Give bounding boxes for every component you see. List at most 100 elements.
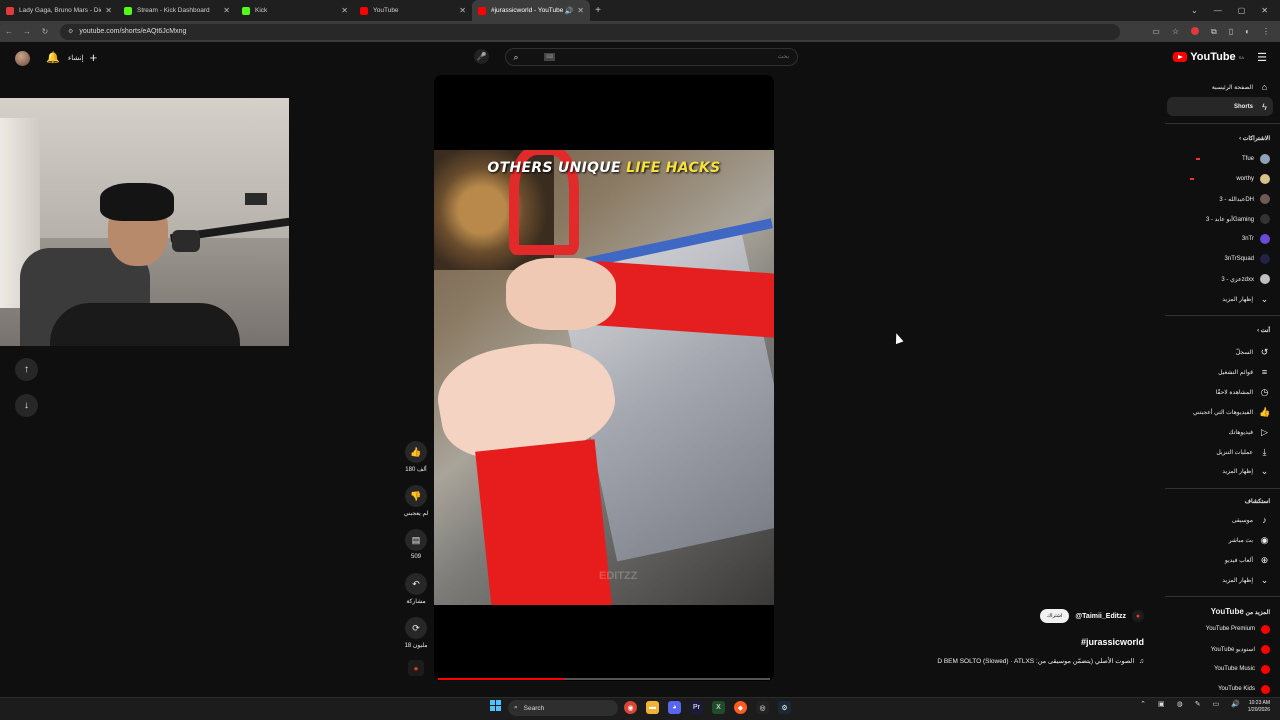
history-icon: ↺ — [1260, 346, 1269, 357]
sidebar-divider — [1165, 488, 1280, 489]
sidebar-item-explore-2[interactable]: ألعاب فيديو ⊕ — [1225, 551, 1270, 569]
sidebar-item-more-1[interactable]: YouTube استوديو — [1211, 640, 1270, 658]
subscribe-button[interactable]: اشتراك — [1039, 609, 1070, 623]
sidebar-item-explore-1[interactable]: بث مباشر ◉ — [1229, 531, 1270, 549]
tab-close-icon[interactable]: ✕ — [459, 6, 466, 15]
voice-search-mic-icon[interactable]: 🎤 — [474, 49, 489, 64]
next-short-button[interactable]: ↓ — [15, 394, 38, 417]
sidebar-item-sub-3[interactable]: أبو عابد - 3Gaming — [1206, 210, 1270, 228]
sidebar-item-sub-2[interactable]: عبدالله - 3DH — [1219, 190, 1270, 208]
create-button[interactable]: إنشاء + — [68, 50, 97, 65]
discord-icon[interactable]: ◕ — [668, 701, 681, 714]
short-video-frame[interactable]: OTHERS UNIQUE LIFE HACKS EDITZZ — [434, 150, 774, 605]
tab-4-active[interactable]: #jurassicworld - YouTube 🔊 ✕ — [472, 0, 590, 21]
sidebar-item-home[interactable]: الصفحة الرئيسية ⌂ — [1212, 78, 1270, 96]
sidebar-item-you-2[interactable]: المشاهدة لاحقًا ◷ — [1216, 383, 1270, 401]
sidebar-item-sub-6[interactable]: عزي - 3zdxx — [1221, 270, 1270, 288]
tray-chevron-icon[interactable]: ⌃ — [1140, 700, 1146, 708]
windows-start-icon[interactable] — [490, 700, 501, 711]
sound-channel-avatar[interactable]: ● — [408, 660, 424, 676]
sidebar-show-more-subs[interactable]: إظهار المزيد ⌄ — [1222, 290, 1270, 308]
video-progress-bar[interactable] — [438, 678, 770, 680]
youtube-logo[interactable]: YouTube SA — [1173, 51, 1244, 63]
sidebar-item-sub-5[interactable]: 3nTrSquad — [1225, 250, 1270, 268]
cast-icon[interactable]: ▭ — [1152, 27, 1160, 37]
search-input[interactable] — [555, 54, 797, 60]
chrome-icon[interactable]: ◉ — [624, 701, 637, 714]
tray-network-icon[interactable]: ▭ — [1213, 700, 1220, 708]
tab-2[interactable]: Kick ✕ — [236, 0, 354, 21]
tray-volume-icon[interactable]: 🔊 — [1231, 700, 1240, 708]
premiere-icon[interactable]: Pr — [690, 701, 703, 714]
notifications-bell-icon[interactable]: 🔔 — [46, 51, 60, 64]
tab-close-icon[interactable]: ✕ — [341, 6, 348, 15]
sidebar-item-sub-1[interactable]: worthy — [1190, 170, 1270, 188]
subscriptions-header[interactable]: ‹ الاشتراكات — [1239, 135, 1270, 142]
sidebar-item-you-4[interactable]: فيديوهاتك ▷ — [1229, 423, 1270, 441]
comments-button[interactable]: ▤ 509 — [403, 529, 429, 560]
back-icon[interactable]: ← — [0, 27, 18, 36]
like-button[interactable]: 👍 180 ألف — [403, 441, 429, 473]
profile-icon[interactable]: ◐ — [1245, 27, 1250, 37]
steam-icon[interactable]: ⚙ — [778, 701, 791, 714]
account-avatar[interactable] — [15, 51, 30, 66]
sidebar-item-you-5[interactable]: عمليات التنزيل ⤓ — [1216, 443, 1270, 461]
tray-app2-icon[interactable]: ◍ — [1177, 700, 1183, 708]
video-hashtag[interactable]: #jurassicworld — [1081, 637, 1144, 647]
obs-icon[interactable]: ◎ — [756, 701, 769, 714]
tab-3[interactable]: YouTube ✕ — [354, 0, 472, 21]
sidebar-item-more-2[interactable]: YouTube Music — [1214, 660, 1270, 678]
sidebar-item-more-3[interactable]: YouTube Kids — [1218, 680, 1270, 698]
menu-kebab-icon[interactable]: ⋮ — [1262, 27, 1270, 37]
audio-row[interactable]: D BEM SOLTO (Slowed) · ATLXS :الصوت الأص… — [937, 657, 1144, 666]
sidebar-item-you-0[interactable]: السجلّ ↺ — [1236, 343, 1270, 361]
sidebar-item-shorts[interactable]: Shorts ϟ — [1234, 98, 1270, 116]
tab-0[interactable]: Lady Gaga, Bruno Mars - Die W ✕ — [0, 0, 118, 21]
speaker-icon[interactable]: 🔊 — [565, 7, 574, 15]
tab-1[interactable]: Stream - Kick Dashboard ✕ — [118, 0, 236, 21]
brave-icon[interactable]: ◆ — [734, 701, 747, 714]
previous-short-button[interactable]: ↑ — [15, 358, 38, 381]
channel-avatar[interactable]: ● — [1132, 610, 1144, 622]
menu-hamburger-icon[interactable]: ☰ — [1257, 51, 1267, 64]
extension-icon[interactable] — [1191, 26, 1200, 35]
channel-handle[interactable]: @Taimii_Editzz — [1075, 613, 1126, 620]
remix-button[interactable]: ⟳ 18 مليون — [403, 617, 429, 649]
file-explorer-icon[interactable]: ▬ — [646, 701, 659, 714]
excel-icon[interactable]: X — [712, 701, 725, 714]
sidebar-item-more-0[interactable]: YouTube Premium — [1206, 620, 1270, 638]
tab-search-icon[interactable]: ⌄ — [1191, 6, 1198, 15]
url-field[interactable]: ⚙ youtube.com/shorts/eAQt6JcMxng — [60, 23, 1120, 40]
close-window-button[interactable]: ✕ — [1261, 6, 1268, 15]
bookmark-star-icon[interactable]: ☆ — [1172, 27, 1179, 37]
tray-app-icon[interactable]: ▣ — [1158, 700, 1165, 708]
keyboard-icon[interactable]: ⌨ — [544, 53, 556, 61]
tab-close-icon[interactable]: ✕ — [105, 6, 112, 15]
taskbar-clock[interactable]: 10:23 AM 1/20/2026 — [1248, 700, 1270, 714]
sidebar-item-you-1[interactable]: قوائم التشغيل ≡ — [1218, 363, 1270, 381]
sidebar-item-you-3[interactable]: الفيديوهات التي أعجبتني 👍 — [1193, 403, 1270, 421]
minimize-button[interactable]: — — [1214, 6, 1222, 15]
taskbar-search[interactable]: ⌕ Search — [508, 700, 618, 716]
new-tab-button[interactable]: + — [590, 5, 606, 16]
sidebar-show-more-you[interactable]: إظهار المزيد ⌄ — [1222, 462, 1270, 480]
tray-pen-icon[interactable]: ✎ — [1195, 700, 1201, 708]
maximize-button[interactable]: ▢ — [1238, 6, 1246, 15]
youtube-play-icon — [1173, 52, 1188, 62]
share-button[interactable]: ↶ مشاركة — [403, 573, 429, 605]
reload-icon[interactable]: ↻ — [36, 27, 54, 36]
tab-close-icon[interactable]: ✕ — [223, 6, 230, 15]
you-header[interactable]: ‹ أنت — [1257, 327, 1270, 334]
sidebar-item-sub-0[interactable]: Tfue — [1195, 150, 1270, 168]
split-view-icon[interactable]: ▯ — [1229, 27, 1233, 37]
extensions-puzzle-icon[interactable]: ⧉ — [1211, 27, 1217, 37]
tab-close-icon[interactable]: ✕ — [577, 6, 584, 15]
sidebar-item-sub-4[interactable]: 3nTr — [1242, 230, 1270, 248]
site-info-icon[interactable]: ⚙ — [68, 28, 73, 35]
forward-icon[interactable]: → — [18, 27, 36, 36]
sidebar-show-more-explore[interactable]: إظهار المزيد ⌄ — [1222, 571, 1270, 589]
dislike-button[interactable]: 👎 لم يعجبني — [403, 485, 429, 517]
shorts-player[interactable]: OTHERS UNIQUE LIFE HACKS EDITZZ — [434, 75, 774, 681]
search-icon[interactable]: ⌕ — [506, 52, 526, 63]
sidebar-item-explore-0[interactable]: موسيقى ♪ — [1232, 511, 1270, 529]
